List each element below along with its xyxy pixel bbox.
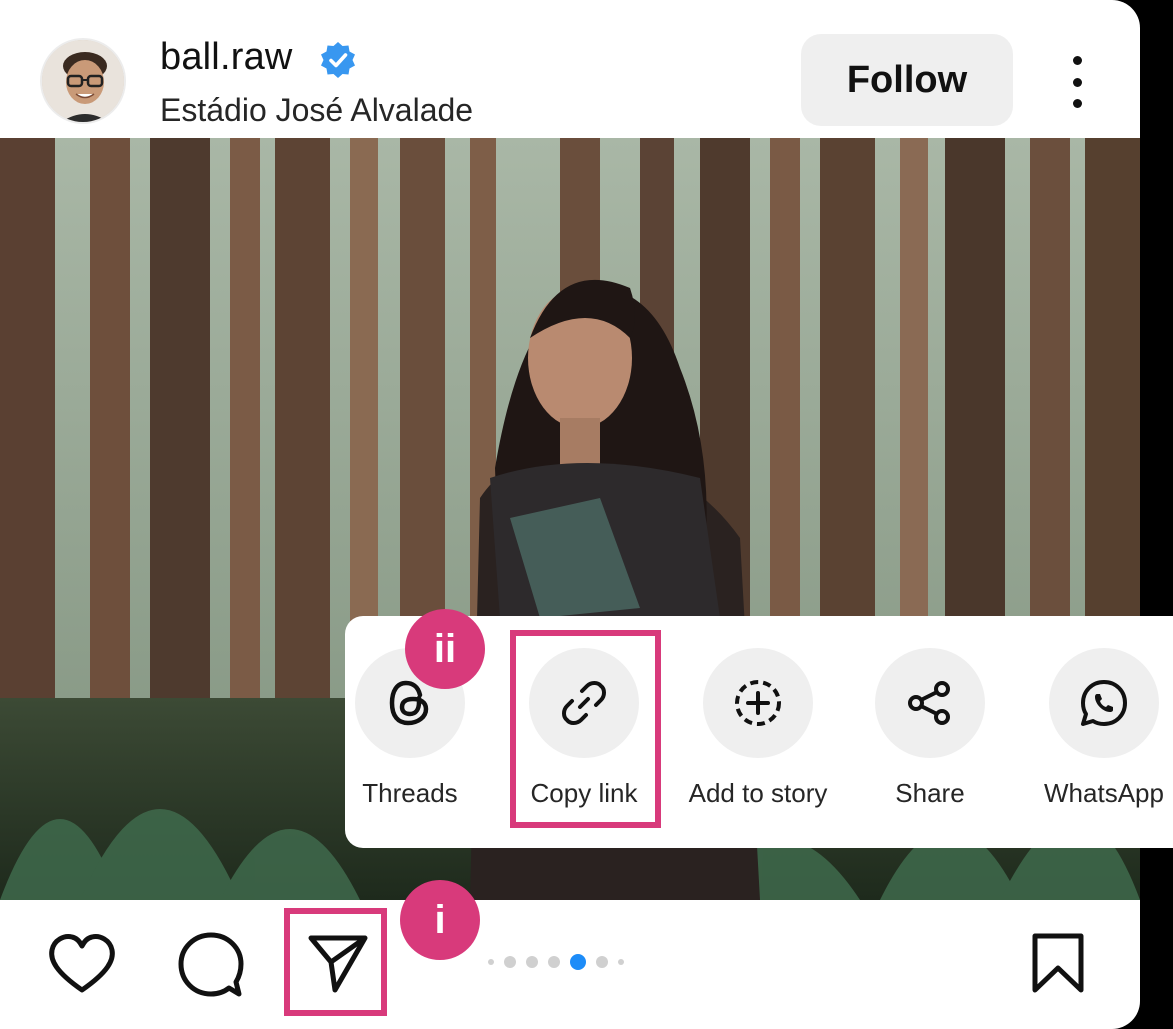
step-badge-ii: ii [405,609,485,689]
whatsapp-icon [1081,680,1127,726]
share-option-share[interactable]: Share [850,648,1010,809]
bookmark-icon[interactable] [1030,932,1086,994]
profile-avatar[interactable] [40,38,126,124]
copy-link-highlight [510,630,661,828]
share-option-label: Threads [362,778,458,808]
post-username[interactable]: ball.raw [160,36,293,79]
more-options-icon[interactable] [1057,52,1097,112]
follow-button[interactable]: Follow [801,34,1013,126]
share-option-label: WhatsApp [1044,778,1164,808]
carousel-dot [596,956,608,968]
share-option-whatsapp[interactable]: WhatsApp [1024,648,1173,809]
carousel-dot-active [570,954,586,970]
carousel-dot [548,956,560,968]
post-location[interactable]: Estádio José Alvalade [160,92,473,129]
carousel-dot [526,956,538,968]
carousel-indicator [488,953,624,971]
carousel-dot [618,959,624,965]
verified-badge-icon [321,42,355,78]
like-heart-icon[interactable] [46,932,118,996]
send-button-highlight [284,908,387,1016]
share-option-label: Add to story [688,778,828,808]
comment-icon[interactable] [176,930,246,1000]
share-option-add-to-story[interactable]: Add to story [678,648,838,809]
add-story-icon [735,680,781,726]
post-card: ball.raw Estádio José Alvalade Follow [0,0,1140,1029]
step-badge-i: i [400,880,480,960]
threads-icon [389,680,429,726]
carousel-dot [504,956,516,968]
share-icon [908,681,950,725]
carousel-dot [488,959,494,965]
share-option-label: Share [895,778,965,808]
